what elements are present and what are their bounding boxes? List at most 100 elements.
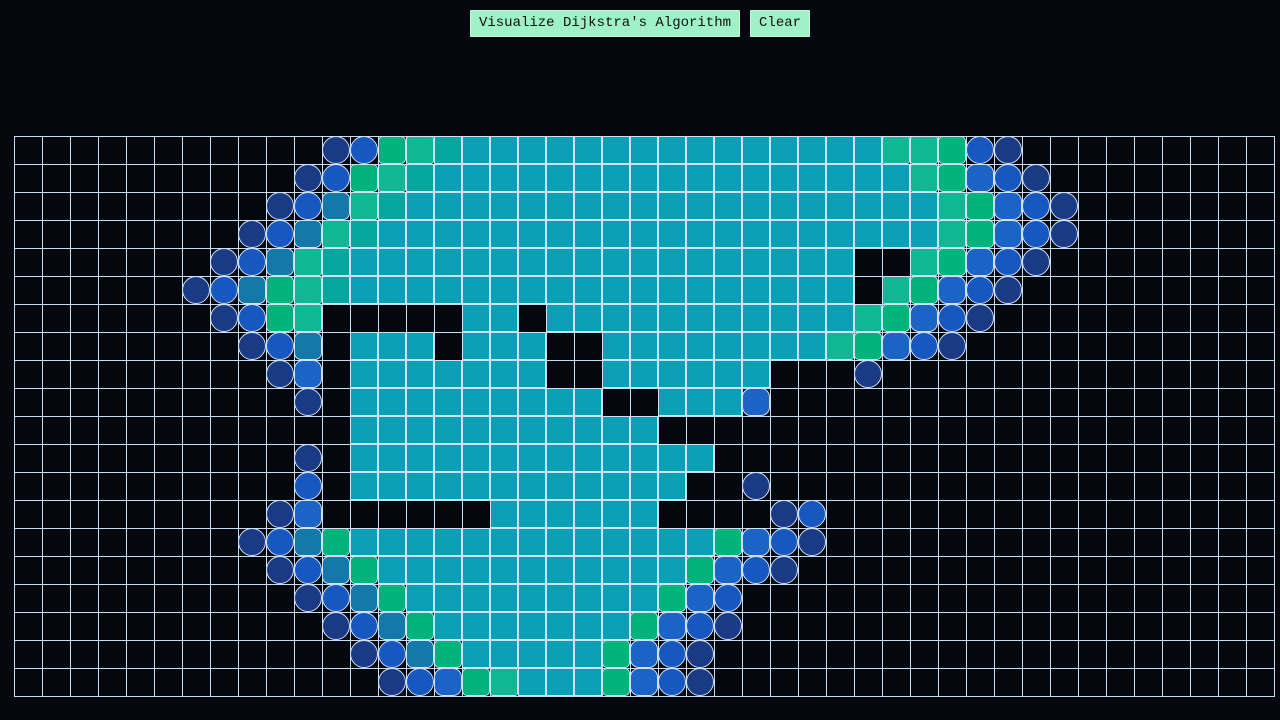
empty-node[interactable] <box>1246 136 1275 165</box>
visited-node[interactable] <box>350 192 379 221</box>
empty-node[interactable] <box>182 388 211 417</box>
empty-node[interactable] <box>210 472 239 501</box>
empty-node[interactable] <box>1190 584 1219 613</box>
empty-node[interactable] <box>1078 332 1107 361</box>
visited-node[interactable] <box>602 444 631 473</box>
visited-node[interactable] <box>686 136 715 165</box>
empty-node[interactable] <box>210 416 239 445</box>
empty-node[interactable] <box>14 416 43 445</box>
empty-node[interactable] <box>770 668 799 697</box>
visited-node[interactable] <box>602 220 631 249</box>
visited-node[interactable] <box>966 304 995 333</box>
wall-node[interactable] <box>798 584 827 613</box>
empty-node[interactable] <box>154 472 183 501</box>
empty-node[interactable] <box>910 416 939 445</box>
visited-node[interactable] <box>294 500 323 529</box>
empty-node[interactable] <box>1246 528 1275 557</box>
visited-node[interactable] <box>378 472 407 501</box>
empty-node[interactable] <box>70 612 99 641</box>
empty-node[interactable] <box>42 192 71 221</box>
visited-node[interactable] <box>630 528 659 557</box>
wall-node[interactable] <box>658 416 687 445</box>
wall-node[interactable] <box>966 472 995 501</box>
empty-node[interactable] <box>854 500 883 529</box>
empty-node[interactable] <box>1050 444 1079 473</box>
visited-node[interactable] <box>462 164 491 193</box>
empty-node[interactable] <box>714 668 743 697</box>
empty-node[interactable] <box>882 640 911 669</box>
visited-node[interactable] <box>462 472 491 501</box>
visited-node[interactable] <box>994 192 1023 221</box>
visited-node[interactable] <box>182 276 211 305</box>
empty-node[interactable] <box>126 444 155 473</box>
empty-node[interactable] <box>126 332 155 361</box>
empty-node[interactable] <box>1218 332 1247 361</box>
visited-node[interactable] <box>1022 164 1051 193</box>
empty-node[interactable] <box>1134 444 1163 473</box>
empty-node[interactable] <box>1190 640 1219 669</box>
empty-node[interactable] <box>910 528 939 557</box>
visited-node[interactable] <box>742 360 771 389</box>
visited-node[interactable] <box>966 248 995 277</box>
visited-node[interactable] <box>994 248 1023 277</box>
visited-node[interactable] <box>434 360 463 389</box>
empty-node[interactable] <box>98 332 127 361</box>
empty-node[interactable] <box>266 164 295 193</box>
wall-node[interactable] <box>854 584 883 613</box>
visited-node[interactable] <box>686 164 715 193</box>
empty-node[interactable] <box>826 640 855 669</box>
empty-node[interactable] <box>210 220 239 249</box>
empty-node[interactable] <box>210 388 239 417</box>
empty-node[interactable] <box>1190 220 1219 249</box>
visited-node[interactable] <box>406 472 435 501</box>
empty-node[interactable] <box>854 416 883 445</box>
empty-node[interactable] <box>1078 192 1107 221</box>
visited-node[interactable] <box>490 640 519 669</box>
empty-node[interactable] <box>1218 360 1247 389</box>
visited-node[interactable] <box>406 136 435 165</box>
empty-node[interactable] <box>1162 472 1191 501</box>
empty-node[interactable] <box>938 500 967 529</box>
visited-node[interactable] <box>294 164 323 193</box>
visited-node[interactable] <box>770 192 799 221</box>
empty-node[interactable] <box>1134 276 1163 305</box>
empty-node[interactable] <box>14 220 43 249</box>
empty-node[interactable] <box>798 444 827 473</box>
visited-node[interactable] <box>378 584 407 613</box>
visited-node[interactable] <box>434 444 463 473</box>
visited-node[interactable] <box>490 248 519 277</box>
visited-node[interactable] <box>714 332 743 361</box>
visited-node[interactable] <box>1022 248 1051 277</box>
visited-node[interactable] <box>574 500 603 529</box>
empty-node[interactable] <box>1162 416 1191 445</box>
visited-node[interactable] <box>574 136 603 165</box>
visited-node[interactable] <box>686 668 715 697</box>
empty-node[interactable] <box>1218 640 1247 669</box>
visited-node[interactable] <box>406 276 435 305</box>
empty-node[interactable] <box>1190 528 1219 557</box>
empty-node[interactable] <box>210 500 239 529</box>
empty-node[interactable] <box>1106 556 1135 585</box>
empty-node[interactable] <box>1190 668 1219 697</box>
empty-node[interactable] <box>826 416 855 445</box>
visited-node[interactable] <box>462 192 491 221</box>
empty-node[interactable] <box>182 472 211 501</box>
empty-node[interactable] <box>938 528 967 557</box>
empty-node[interactable] <box>42 444 71 473</box>
empty-node[interactable] <box>14 444 43 473</box>
visited-node[interactable] <box>994 276 1023 305</box>
empty-node[interactable] <box>910 472 939 501</box>
empty-node[interactable] <box>70 304 99 333</box>
empty-node[interactable] <box>126 164 155 193</box>
visited-node[interactable] <box>770 528 799 557</box>
empty-node[interactable] <box>1134 136 1163 165</box>
empty-node[interactable] <box>1050 304 1079 333</box>
visited-node[interactable] <box>602 668 631 697</box>
visited-node[interactable] <box>322 528 351 557</box>
visited-node[interactable] <box>742 332 771 361</box>
visited-node[interactable] <box>406 612 435 641</box>
visited-node[interactable] <box>546 640 575 669</box>
visited-node[interactable] <box>462 556 491 585</box>
empty-node[interactable] <box>1106 612 1135 641</box>
pathfinding-grid[interactable] <box>14 136 1275 697</box>
